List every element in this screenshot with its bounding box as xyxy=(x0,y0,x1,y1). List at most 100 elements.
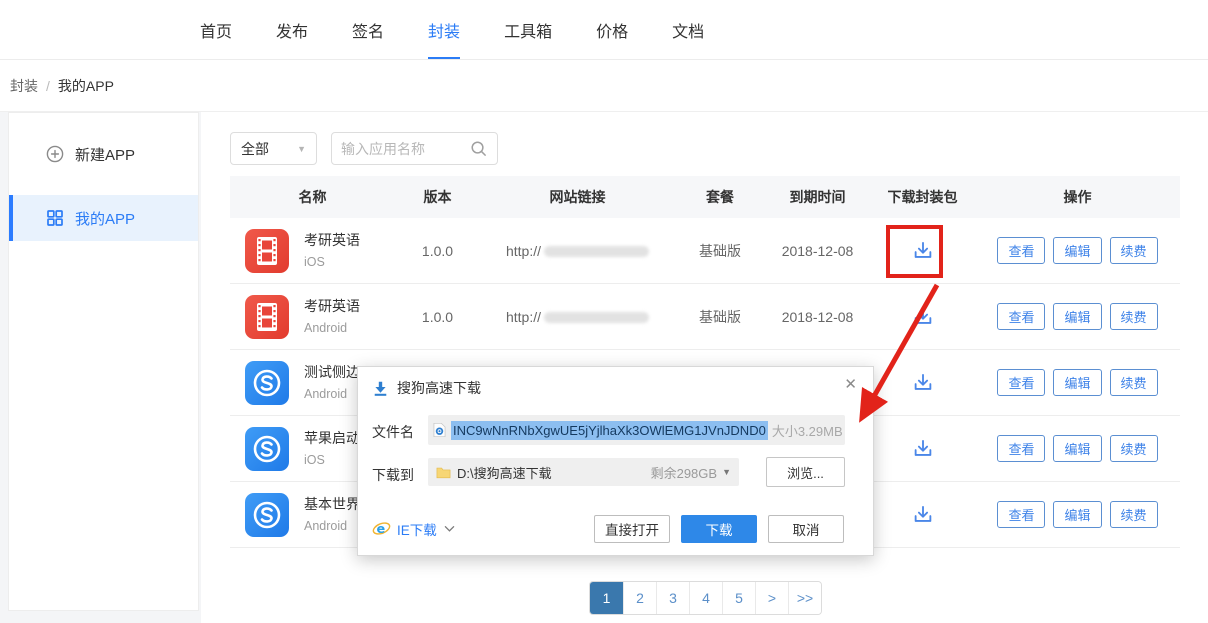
edit-button[interactable]: 编辑 xyxy=(1053,369,1101,396)
sidebar: 新建APP 我的APP xyxy=(8,112,199,611)
open-directly-button[interactable]: 直接打开 xyxy=(594,515,670,543)
app-platform: iOS xyxy=(304,255,325,269)
col-header-name: 名称 xyxy=(230,187,395,207)
col-header-link: 网站链接 xyxy=(480,187,675,207)
search-input[interactable] xyxy=(341,141,469,157)
app-version: 1.0.0 xyxy=(395,243,480,259)
close-icon[interactable]: ✕ xyxy=(844,375,857,393)
download-package-icon[interactable] xyxy=(906,366,940,400)
toolbar: 全部 ▼ xyxy=(230,132,498,165)
highlight-box-annotation xyxy=(886,225,943,278)
download-package-icon[interactable] xyxy=(906,300,940,334)
col-header-actions: 操作 xyxy=(975,187,1180,207)
folder-icon xyxy=(436,466,451,479)
chevron-down-icon: ▼ xyxy=(297,144,306,154)
nav-item-package[interactable]: 封装 xyxy=(428,0,460,59)
sidebar-item-my-app[interactable]: 我的APP xyxy=(9,195,198,241)
breadcrumb-separator: / xyxy=(46,78,50,94)
redacted-link xyxy=(544,312,649,323)
ie-download-label: IE下载 xyxy=(397,519,437,539)
table-row: 考研英语Android 1.0.0 http:// 基础版 2018-12-08… xyxy=(230,284,1180,350)
page-button-3[interactable]: 3 xyxy=(656,582,689,614)
filename-field[interactable]: INC9wNnRNbXgwUE5jYjlhaXk3OWlEMG1JVnJDND0… xyxy=(428,415,845,445)
nav-item-sign[interactable]: 签名 xyxy=(352,0,384,59)
app-platform: iOS xyxy=(304,453,325,467)
ie-download-toggle[interactable]: e IE下载 xyxy=(372,515,455,542)
file-type-icon xyxy=(433,422,446,438)
renew-button[interactable]: 续费 xyxy=(1110,501,1158,528)
destination-label: 下载到 xyxy=(372,465,414,485)
breadcrumb-current: 我的APP xyxy=(58,76,114,96)
filesize-text: 大小3.29MB xyxy=(772,421,843,440)
app-name: 苹果启动 xyxy=(304,430,360,446)
breadcrumb-section[interactable]: 封装 xyxy=(10,76,38,96)
page-button-1[interactable]: 1 xyxy=(590,582,623,614)
nav-item-home[interactable]: 首页 xyxy=(200,0,232,59)
filename-label: 文件名 xyxy=(372,422,414,442)
download-button[interactable]: 下载 xyxy=(681,515,757,543)
cancel-button[interactable]: 取消 xyxy=(768,515,844,543)
space-left-text: 剩余298GB xyxy=(651,463,717,482)
col-header-download: 下载封装包 xyxy=(870,187,975,207)
app-plan: 基础版 xyxy=(675,241,765,261)
edit-button[interactable]: 编辑 xyxy=(1053,501,1101,528)
sidebar-item-new-app[interactable]: 新建APP xyxy=(9,131,198,177)
app-platform: Android xyxy=(304,321,347,335)
app-plan: 基础版 xyxy=(675,307,765,327)
view-button[interactable]: 查看 xyxy=(997,237,1045,264)
sogou-app-icon xyxy=(245,493,289,537)
browse-button[interactable]: 浏览... xyxy=(766,457,845,487)
download-icon xyxy=(372,380,389,397)
filename-value: INC9wNnRNbXgwUE5jYjlhaXk3OWlEMG1JVnJDND0 xyxy=(451,421,768,440)
page-button-2[interactable]: 2 xyxy=(623,582,656,614)
app-name: 考研英语 xyxy=(304,298,360,314)
table-row: 考研英语iOS 1.0.0 http:// 基础版 2018-12-08 查看 … xyxy=(230,218,1180,284)
page-button-5[interactable]: 5 xyxy=(722,582,755,614)
nav-item-publish[interactable]: 发布 xyxy=(276,0,308,59)
renew-button[interactable]: 续费 xyxy=(1110,237,1158,264)
app-link-prefix: http:// xyxy=(506,243,541,259)
renew-button[interactable]: 续费 xyxy=(1110,435,1158,462)
renew-button[interactable]: 续费 xyxy=(1110,303,1158,330)
destination-path: D:\搜狗高速下载 xyxy=(457,463,651,482)
page-next-button[interactable]: > xyxy=(755,582,788,614)
search-icon[interactable] xyxy=(469,139,488,158)
destination-field[interactable]: D:\搜狗高速下载 剩余298GB ▼ xyxy=(428,458,739,486)
view-button[interactable]: 查看 xyxy=(997,303,1045,330)
pagination: 1 2 3 4 5 > >> xyxy=(589,581,822,615)
app-name: 测试侧边 xyxy=(304,364,360,380)
view-button[interactable]: 查看 xyxy=(997,435,1045,462)
dialog-title: 搜狗高速下载 xyxy=(372,378,481,398)
chevron-down-icon[interactable]: ▼ xyxy=(722,467,731,477)
filter-select[interactable]: 全部 ▼ xyxy=(230,132,317,165)
redacted-link xyxy=(544,246,649,257)
page-button-4[interactable]: 4 xyxy=(689,582,722,614)
filter-select-value: 全部 xyxy=(241,139,269,159)
renew-button[interactable]: 续费 xyxy=(1110,369,1158,396)
nav-item-docs[interactable]: 文档 xyxy=(672,0,704,59)
download-package-icon[interactable] xyxy=(906,498,940,532)
film-app-icon xyxy=(245,295,289,339)
nav-item-pricing[interactable]: 价格 xyxy=(596,0,628,59)
view-button[interactable]: 查看 xyxy=(997,369,1045,396)
edit-button[interactable]: 编辑 xyxy=(1053,237,1101,264)
app-name: 考研英语 xyxy=(304,232,360,248)
col-header-plan: 套餐 xyxy=(675,187,765,207)
edit-button[interactable]: 编辑 xyxy=(1053,303,1101,330)
edit-button[interactable]: 编辑 xyxy=(1053,435,1101,462)
plus-circle-icon xyxy=(45,144,65,164)
film-app-icon xyxy=(245,229,289,273)
app-version: 1.0.0 xyxy=(395,309,480,325)
top-nav: 首页 发布 签名 封装 工具箱 价格 文档 xyxy=(0,0,1208,60)
view-button[interactable]: 查看 xyxy=(997,501,1045,528)
app-expiry: 2018-12-08 xyxy=(765,309,870,325)
svg-text:e: e xyxy=(377,522,386,537)
chevron-down-icon xyxy=(444,525,455,533)
page-last-button[interactable]: >> xyxy=(788,582,821,614)
download-package-icon[interactable] xyxy=(906,432,940,466)
page: 首页 发布 签名 封装 工具箱 价格 文档 封装 / 我的APP 新建APP 我… xyxy=(0,0,1208,623)
col-header-expiry: 到期时间 xyxy=(765,187,870,207)
nav-item-toolbox[interactable]: 工具箱 xyxy=(504,0,552,59)
sogou-app-icon xyxy=(245,427,289,471)
app-name: 基本世界 xyxy=(304,496,360,512)
